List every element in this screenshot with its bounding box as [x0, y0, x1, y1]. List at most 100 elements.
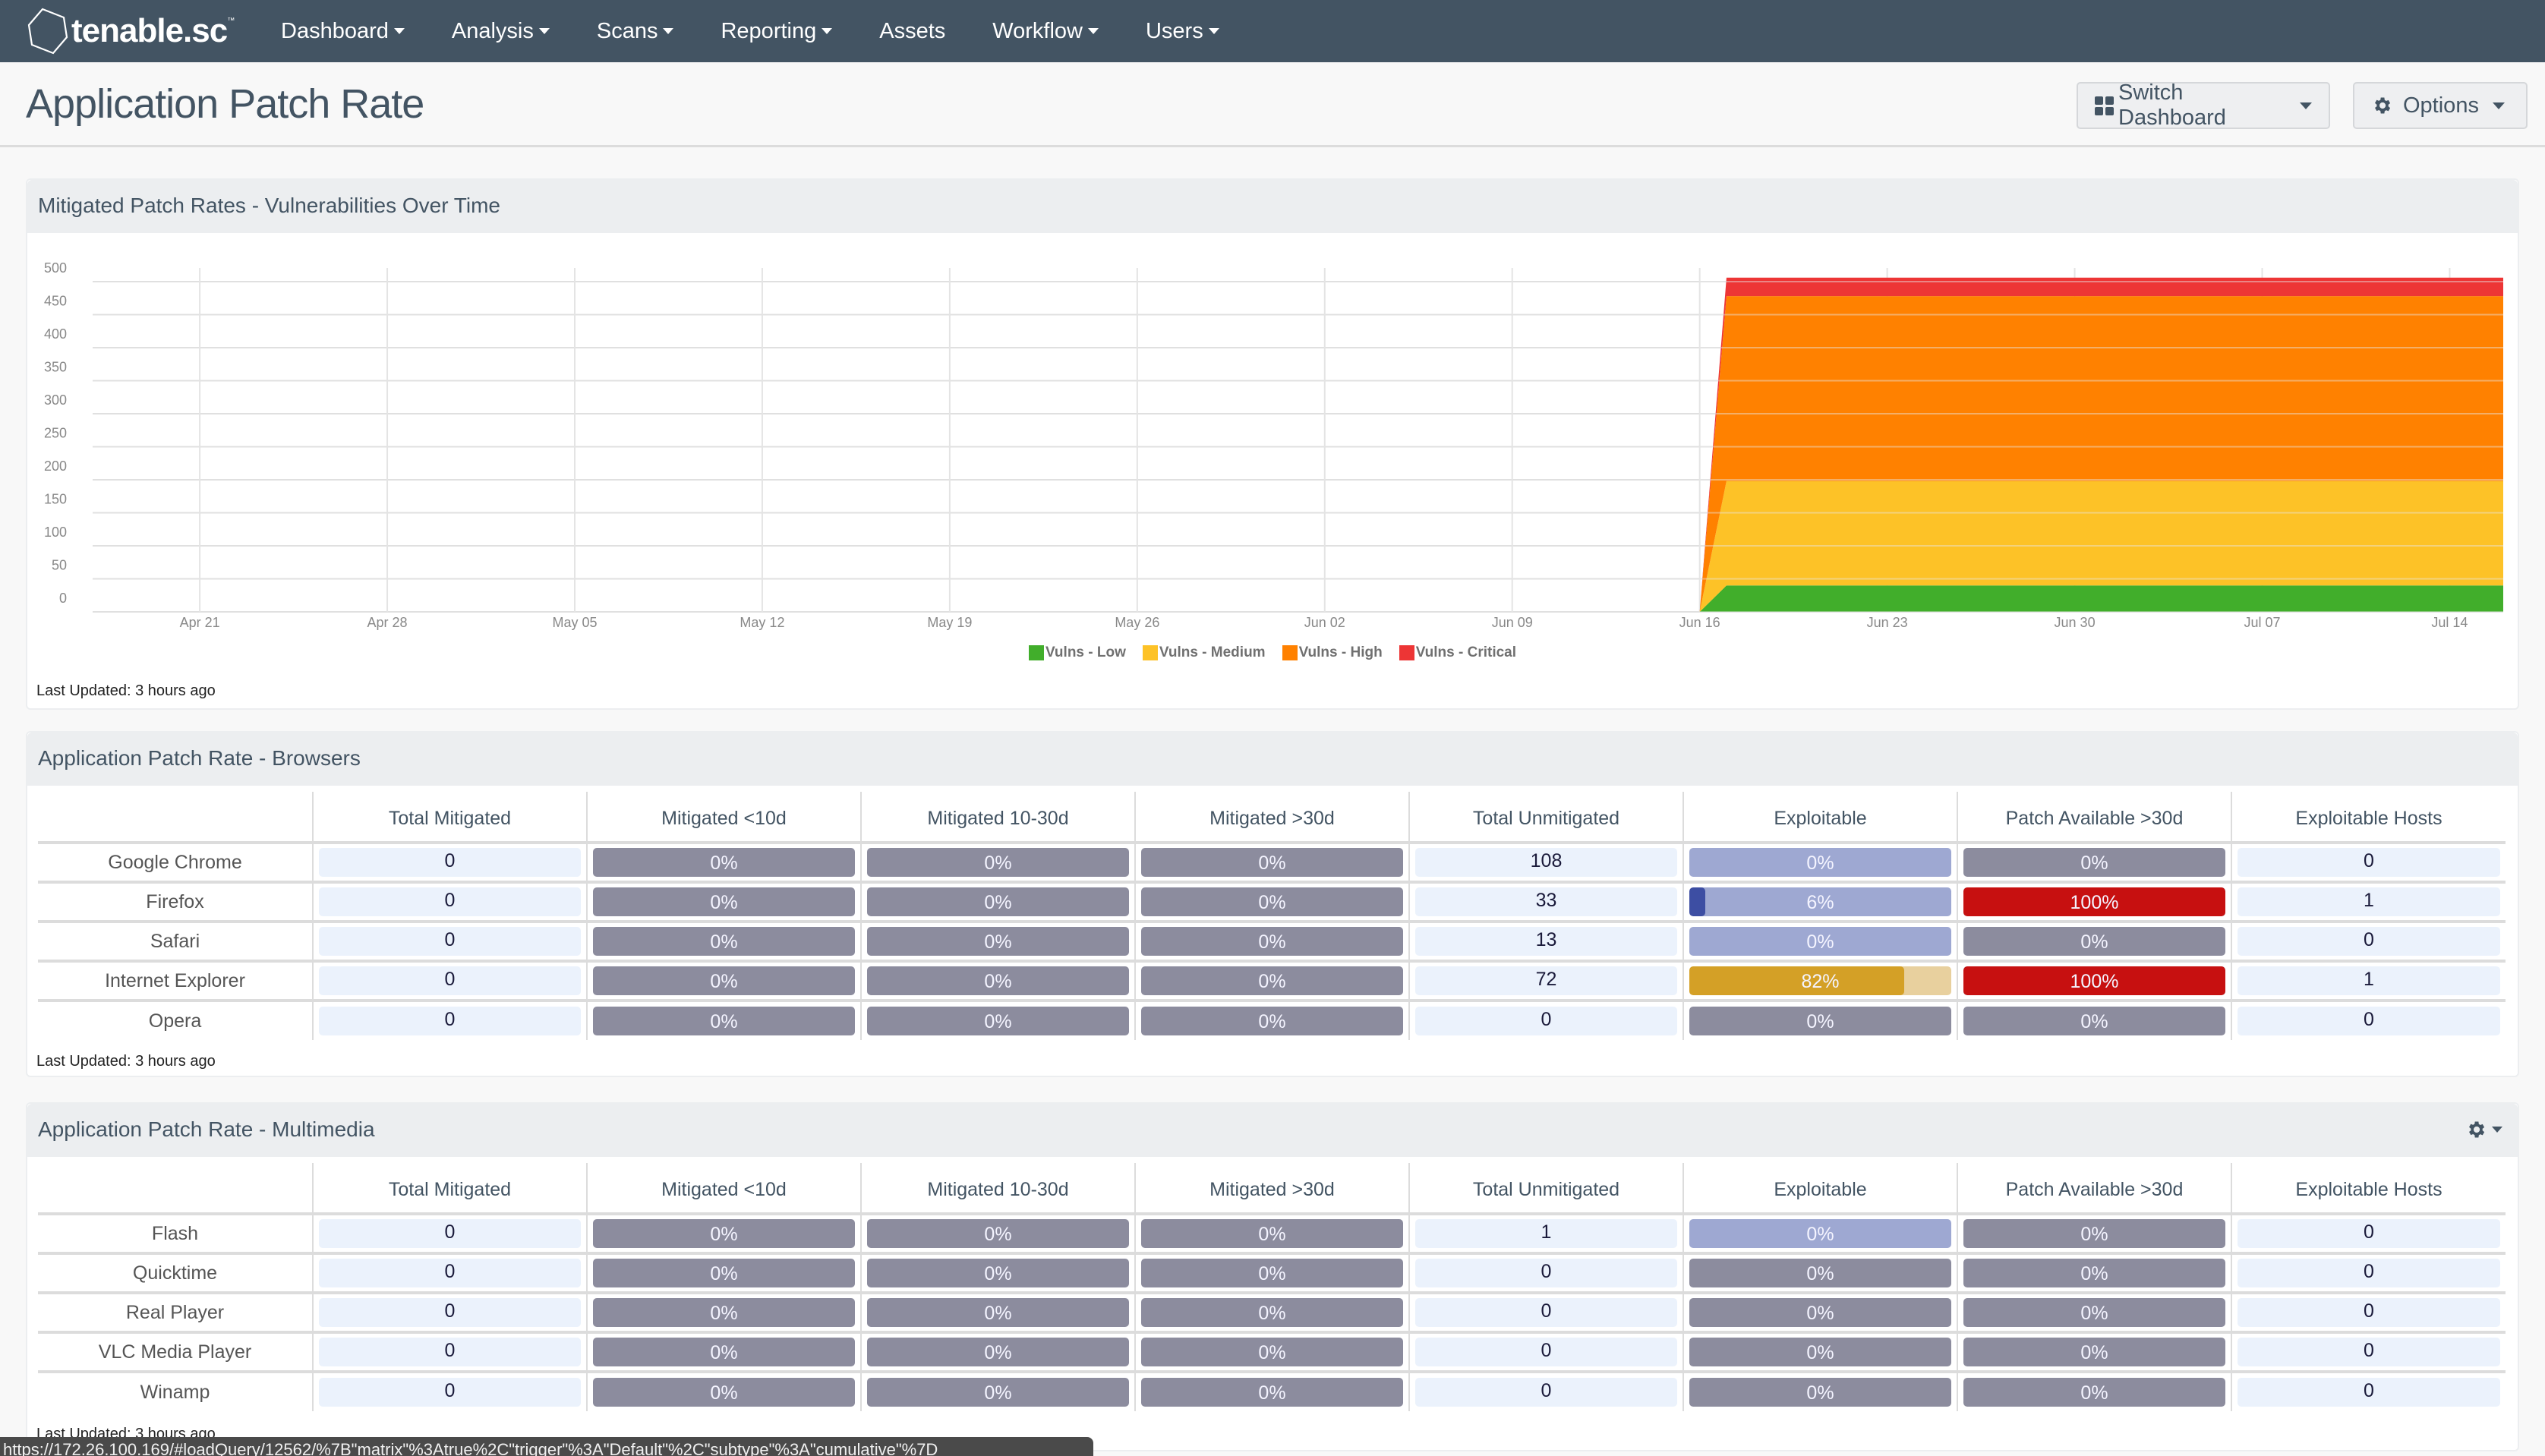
table-row[interactable]: VLC Media Player 0 0% 0% 0% 0 0% 0% 0	[38, 1332, 2506, 1372]
legend-item[interactable]: Vulns - Medium	[1142, 644, 1266, 661]
exploitable-cell[interactable]: 0%	[1683, 1332, 1958, 1372]
mitigated-lt10d-cell[interactable]: 0%	[587, 1001, 862, 1040]
patch-available-gt30d-cell[interactable]: 100%	[1957, 882, 2232, 922]
total-unmitigated-cell[interactable]: 33	[1409, 882, 1684, 922]
column-header[interactable]: Total Unmitigated	[1409, 792, 1684, 843]
column-header[interactable]: Mitigated >30d	[1135, 792, 1410, 843]
nav-item-assets[interactable]: Assets	[879, 19, 945, 44]
nav-item-reporting[interactable]: Reporting	[721, 19, 833, 44]
mitigated-lt10d-cell[interactable]: 0%	[587, 1214, 862, 1253]
column-header[interactable]: Exploitable Hosts	[2231, 1163, 2506, 1214]
mitigated-lt10d-cell[interactable]: 0%	[587, 1253, 862, 1293]
column-header[interactable]: Patch Available >30d	[1957, 792, 2232, 843]
exploitable-hosts-cell[interactable]: 1	[2231, 961, 2506, 1001]
column-header[interactable]: Patch Available >30d	[1957, 1163, 2232, 1214]
mitigated-10-30d-cell[interactable]: 0%	[861, 882, 1136, 922]
total-mitigated-cell[interactable]: 0	[313, 961, 588, 1001]
mitigated-gt30d-cell[interactable]: 0%	[1135, 1372, 1410, 1411]
mitigated-gt30d-cell[interactable]: 0%	[1135, 1214, 1410, 1253]
exploitable-hosts-cell[interactable]: 0	[2231, 1253, 2506, 1293]
exploitable-hosts-cell[interactable]: 0	[2231, 843, 2506, 882]
patch-available-gt30d-cell[interactable]: 0%	[1957, 1214, 2232, 1253]
mitigated-gt30d-cell[interactable]: 0%	[1135, 1332, 1410, 1372]
exploitable-hosts-cell[interactable]: 1	[2231, 882, 2506, 922]
mitigated-lt10d-cell[interactable]: 0%	[587, 922, 862, 961]
table-row[interactable]: Internet Explorer 0 0% 0% 0% 72 82% 100% 1	[38, 961, 2506, 1001]
exploitable-cell[interactable]: 0%	[1683, 843, 1958, 882]
mitigated-gt30d-cell[interactable]: 0%	[1135, 882, 1410, 922]
table-row[interactable]: Opera 0 0% 0% 0% 0 0% 0% 0	[38, 1001, 2506, 1040]
total-mitigated-cell[interactable]: 0	[313, 1293, 588, 1332]
patch-available-gt30d-cell[interactable]: 100%	[1957, 961, 2232, 1001]
exploitable-cell[interactable]: 0%	[1683, 1372, 1958, 1411]
patch-available-gt30d-cell[interactable]: 0%	[1957, 1001, 2232, 1040]
table-row[interactable]: Winamp 0 0% 0% 0% 0 0% 0% 0	[38, 1372, 2506, 1411]
column-header[interactable]: Exploitable	[1683, 792, 1958, 843]
mitigated-10-30d-cell[interactable]: 0%	[861, 843, 1136, 882]
total-mitigated-cell[interactable]: 0	[313, 1001, 588, 1040]
exploitable-hosts-cell[interactable]: 0	[2231, 1372, 2506, 1411]
exploitable-hosts-cell[interactable]: 0	[2231, 1214, 2506, 1253]
column-header[interactable]: Total Mitigated	[313, 792, 588, 843]
total-unmitigated-cell[interactable]: 0	[1409, 1253, 1684, 1293]
total-mitigated-cell[interactable]: 0	[313, 922, 588, 961]
mitigated-gt30d-cell[interactable]: 0%	[1135, 961, 1410, 1001]
patch-available-gt30d-cell[interactable]: 0%	[1957, 843, 2232, 882]
mitigated-10-30d-cell[interactable]: 0%	[861, 1372, 1136, 1411]
column-header[interactable]: Mitigated >30d	[1135, 1163, 1410, 1214]
mitigated-lt10d-cell[interactable]: 0%	[587, 843, 862, 882]
exploitable-cell[interactable]: 0%	[1683, 922, 1958, 961]
mitigated-10-30d-cell[interactable]: 0%	[861, 1214, 1136, 1253]
column-header[interactable]: Mitigated <10d	[587, 792, 862, 843]
exploitable-hosts-cell[interactable]: 0	[2231, 1293, 2506, 1332]
table-row[interactable]: Firefox 0 0% 0% 0% 33 6% 100% 1	[38, 882, 2506, 922]
options-button[interactable]: Options	[2353, 82, 2528, 129]
table-row[interactable]: Real Player 0 0% 0% 0% 0 0% 0% 0	[38, 1293, 2506, 1332]
total-unmitigated-cell[interactable]: 13	[1409, 922, 1684, 961]
mitigated-10-30d-cell[interactable]: 0%	[861, 1001, 1136, 1040]
nav-item-workflow[interactable]: Workflow	[992, 19, 1099, 44]
nav-item-analysis[interactable]: Analysis	[452, 19, 550, 44]
mitigated-10-30d-cell[interactable]: 0%	[861, 922, 1136, 961]
column-header[interactable]: Mitigated 10-30d	[861, 1163, 1136, 1214]
switch-dashboard-button[interactable]: Switch Dashboard	[2077, 80, 2330, 130]
table-row[interactable]: Flash 0 0% 0% 0% 1 0% 0% 0	[38, 1214, 2506, 1253]
patch-available-gt30d-cell[interactable]: 0%	[1957, 1372, 2232, 1411]
mitigated-10-30d-cell[interactable]: 0%	[861, 1253, 1136, 1293]
patch-available-gt30d-cell[interactable]: 0%	[1957, 1293, 2232, 1332]
exploitable-hosts-cell[interactable]: 0	[2231, 1332, 2506, 1372]
total-mitigated-cell[interactable]: 0	[313, 1253, 588, 1293]
column-header[interactable]: Total Unmitigated	[1409, 1163, 1684, 1214]
total-unmitigated-cell[interactable]: 0	[1409, 1001, 1684, 1040]
exploitable-cell[interactable]: 0%	[1683, 1253, 1958, 1293]
legend-item[interactable]: Vulns - Critical	[1399, 644, 1516, 661]
exploitable-cell[interactable]: 0%	[1683, 1001, 1958, 1040]
exploitable-cell[interactable]: 0%	[1683, 1293, 1958, 1332]
total-mitigated-cell[interactable]: 0	[313, 882, 588, 922]
legend-item[interactable]: Vulns - High	[1282, 644, 1383, 661]
column-header[interactable]: Mitigated <10d	[587, 1163, 862, 1214]
logo[interactable]: tenable.sc ™	[26, 8, 235, 55]
column-header[interactable]: Mitigated 10-30d	[861, 792, 1136, 843]
exploitable-hosts-cell[interactable]: 0	[2231, 922, 2506, 961]
total-unmitigated-cell[interactable]: 1	[1409, 1214, 1684, 1253]
total-mitigated-cell[interactable]: 0	[313, 1214, 588, 1253]
table-row[interactable]: Safari 0 0% 0% 0% 13 0% 0% 0	[38, 922, 2506, 961]
panel-settings-button[interactable]	[2465, 1119, 2502, 1140]
total-unmitigated-cell[interactable]: 0	[1409, 1332, 1684, 1372]
mitigated-gt30d-cell[interactable]: 0%	[1135, 922, 1410, 961]
mitigated-lt10d-cell[interactable]: 0%	[587, 1332, 862, 1372]
nav-item-dashboard[interactable]: Dashboard	[281, 19, 405, 44]
table-row[interactable]: Quicktime 0 0% 0% 0% 0 0% 0% 0	[38, 1253, 2506, 1293]
mitigated-lt10d-cell[interactable]: 0%	[587, 1293, 862, 1332]
nav-item-users[interactable]: Users	[1146, 19, 1219, 44]
exploitable-cell[interactable]: 82%	[1683, 961, 1958, 1001]
mitigated-lt10d-cell[interactable]: 0%	[587, 1372, 862, 1411]
total-mitigated-cell[interactable]: 0	[313, 843, 588, 882]
mitigated-10-30d-cell[interactable]: 0%	[861, 1293, 1136, 1332]
table-row[interactable]: Google Chrome 0 0% 0% 0% 108 0% 0% 0	[38, 843, 2506, 882]
patch-available-gt30d-cell[interactable]: 0%	[1957, 1253, 2232, 1293]
column-header[interactable]: Total Mitigated	[313, 1163, 588, 1214]
total-mitigated-cell[interactable]: 0	[313, 1372, 588, 1411]
total-unmitigated-cell[interactable]: 108	[1409, 843, 1684, 882]
